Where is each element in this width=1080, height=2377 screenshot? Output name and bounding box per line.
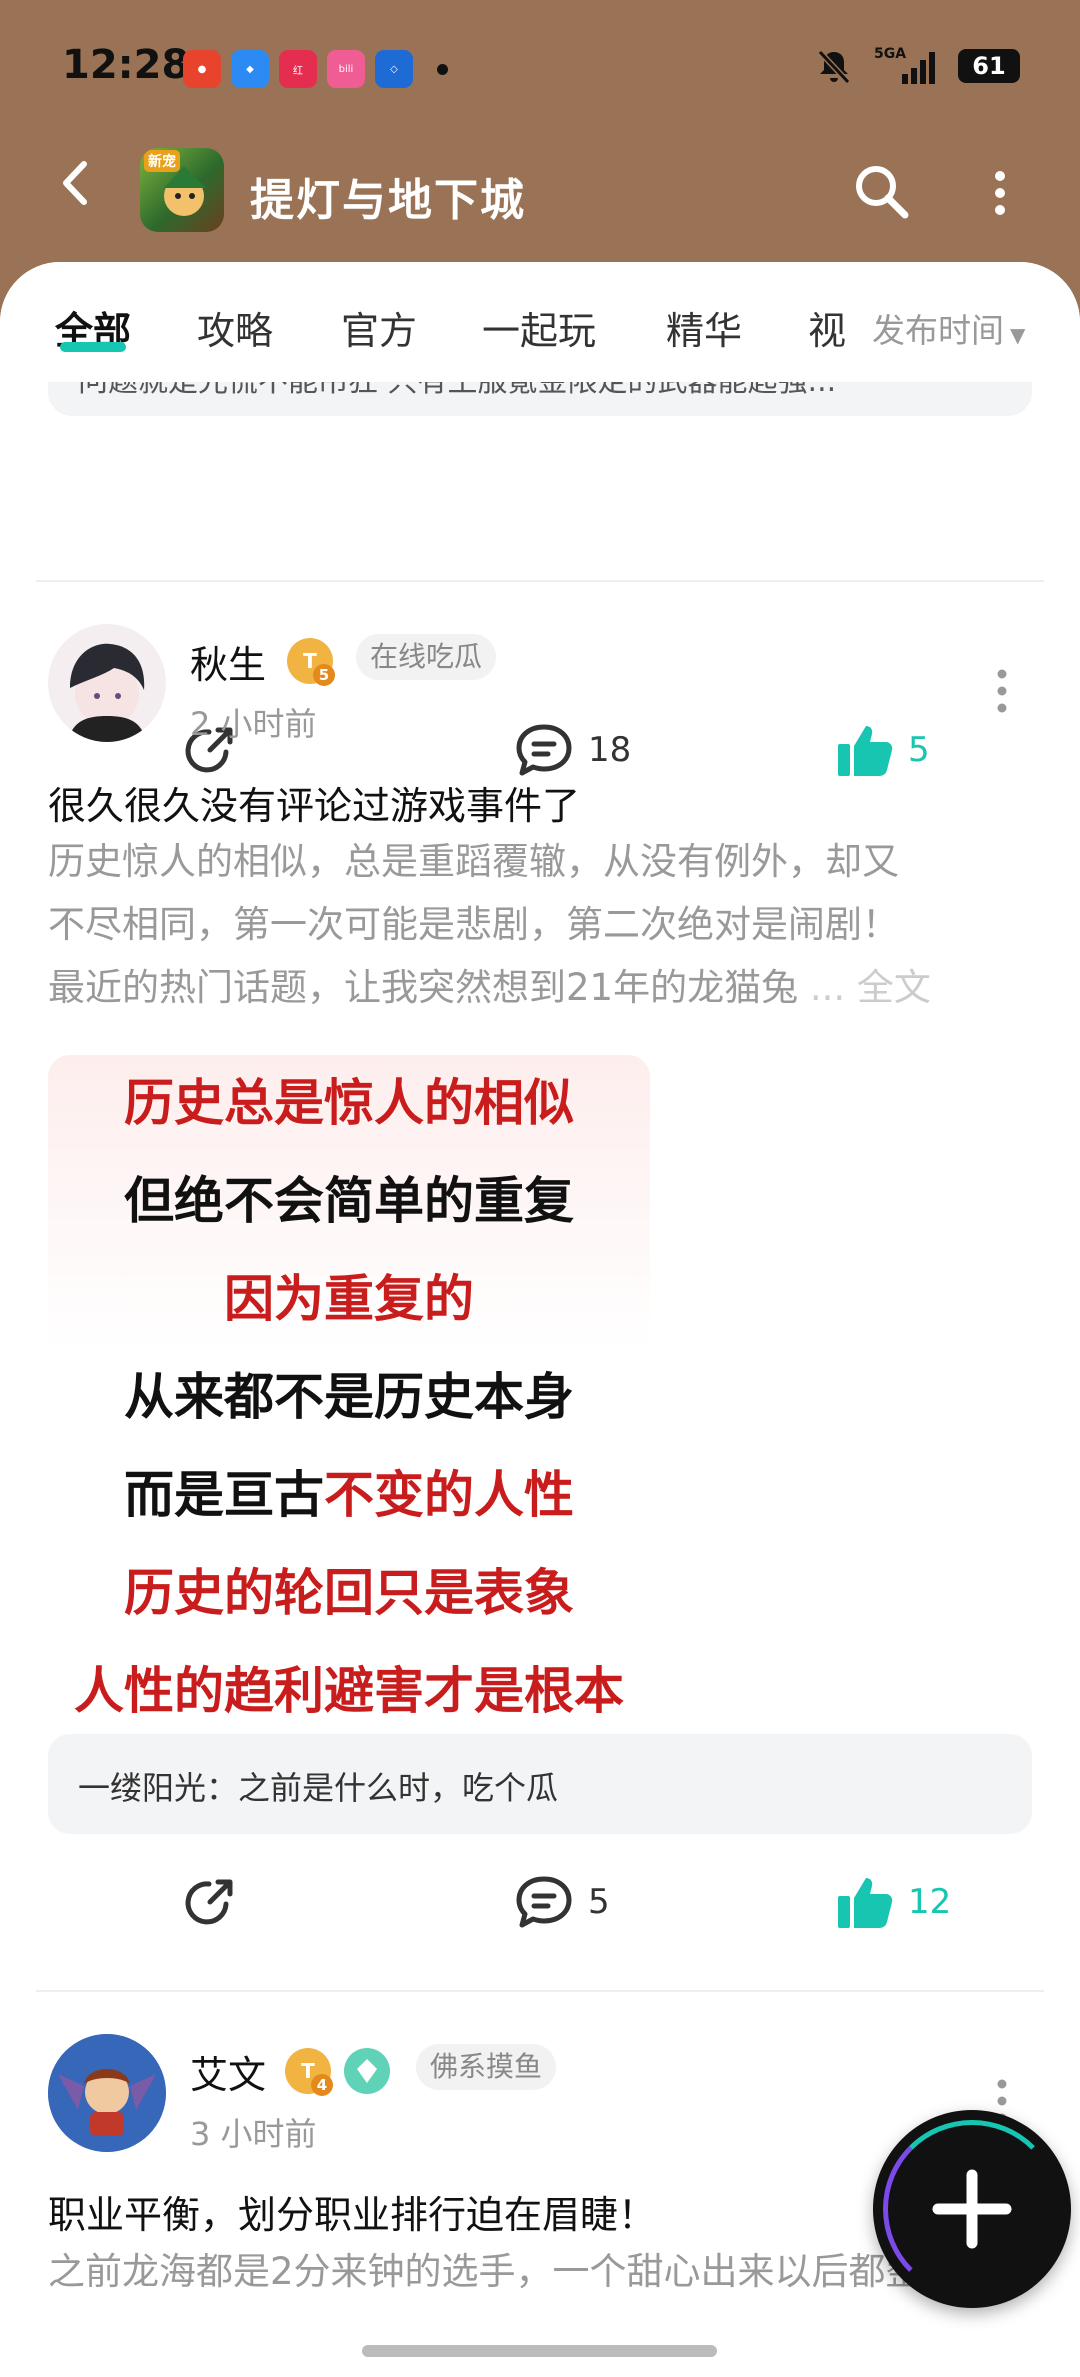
- user-title-tag: 佛系摸鱼: [416, 2044, 557, 2090]
- chevron-down-icon: ▼: [1010, 323, 1026, 347]
- page-title: 提灯与地下城: [250, 175, 526, 226]
- like-count: 5: [908, 730, 930, 770]
- tab-featured[interactable]: 精华: [666, 300, 742, 355]
- image-text-line: 人性的趋利避害才是根本: [74, 1661, 624, 1717]
- post-body-line: 不尽相同，第一次可能是悲剧，第二次绝对是闹剧！: [48, 903, 899, 946]
- read-full-link[interactable]: ... 全文: [810, 966, 931, 1009]
- image-text-segment: 不变的人性: [324, 1465, 574, 1524]
- post-divider: [36, 580, 1044, 582]
- post-body-line: 历史惊人的相似，总是重蹈覆辙，从没有例外，却又: [48, 840, 899, 883]
- category-tabs: 全部 攻略 官方 一起玩 精华 视 发布时间 ▼: [0, 262, 1080, 382]
- system-icons: 5GA 61: [814, 46, 1020, 86]
- post-divider: [36, 1990, 1044, 1992]
- post-body-line: 最近的热门话题，让我突然想到21年的龙猫兔: [48, 966, 799, 1009]
- content-sheet: 全部 攻略 官方 一起玩 精华 视 发布时间▼ 问题就是光慌不能吊狂 只有王服氪…: [0, 262, 1080, 2377]
- avatar[interactable]: [48, 2034, 166, 2152]
- status-time: 12:28: [62, 42, 190, 88]
- image-text-line: 历史总是惊人的相似: [124, 1073, 574, 1132]
- post-title[interactable]: 职业平衡，划分职业排行迫在眉睫！: [48, 2184, 656, 2239]
- share-icon: [185, 1879, 233, 1925]
- create-post-button[interactable]: [873, 2110, 1071, 2308]
- app-notification-icon: bili: [327, 50, 365, 88]
- tab-guides[interactable]: 攻略: [197, 300, 273, 355]
- top-app-bar: 新宠 提灯与地下城: [0, 140, 1080, 265]
- comment-icon: [516, 724, 572, 776]
- hot-comment-preview[interactable]: 一缕阳光：之前是什么时，吃个瓜: [48, 1734, 1032, 1834]
- app-notification-icon: ◇: [375, 50, 413, 88]
- app-notification-icon: 红: [279, 50, 317, 88]
- post-time: 2 小时前: [190, 705, 317, 743]
- game-icon[interactable]: 新宠: [140, 148, 224, 232]
- back-arrow-icon[interactable]: [52, 158, 102, 208]
- comment-count: 18: [588, 730, 632, 770]
- tab-play-together[interactable]: 一起玩: [482, 300, 596, 355]
- level-number: 4: [311, 2074, 333, 2096]
- battery-icon: 61: [958, 49, 1020, 83]
- user-title-tag: 在线吃瓜: [356, 634, 497, 680]
- notification-icons: ● ◆ 红 bili ◇: [183, 50, 448, 88]
- tab-official[interactable]: 官方: [341, 300, 417, 355]
- battery-level: 61: [972, 52, 1006, 80]
- post-time: 3 小时前: [190, 2115, 317, 2153]
- comment-button[interactable]: 5: [514, 1874, 610, 1930]
- signal-icon: 5GA: [874, 46, 938, 86]
- image-text-line: 而是亘古不变的人性: [48, 1455, 650, 1527]
- image-text-line: 但绝不会简单的重复: [124, 1171, 574, 1230]
- comment-count: 5: [588, 1882, 610, 1922]
- sort-label: 发布时间: [872, 311, 1004, 350]
- sort-dropdown[interactable]: 发布时间 ▼: [872, 304, 1025, 352]
- like-count: 12: [908, 1882, 952, 1922]
- bell-muted-icon: [817, 49, 851, 85]
- search-icon[interactable]: [850, 160, 912, 222]
- avatar[interactable]: [48, 624, 166, 742]
- like-button[interactable]: 12: [836, 1874, 951, 1930]
- level-number: 5: [313, 664, 335, 686]
- image-text-segment: 而是亘古: [124, 1465, 324, 1524]
- level-badge: T4: [285, 2048, 333, 2096]
- app-notification-icon: ◆: [231, 50, 269, 88]
- like-button[interactable]: 5: [836, 722, 930, 778]
- username[interactable]: 秋生: [190, 634, 266, 689]
- more-options-icon[interactable]: [985, 168, 1015, 218]
- image-text-line: 从来都不是历史本身: [124, 1367, 574, 1426]
- thumbs-up-icon: [838, 1878, 893, 1928]
- post-image[interactable]: 历史总是惊人的相似 但绝不会简单的重复 因为重复的 从来都不是历史本身 而是亘古…: [48, 1055, 650, 1717]
- post-body[interactable]: 历史惊人的相似，总是重蹈覆辙，从没有例外，却又 不尽相同，第一次可能是悲剧，第二…: [48, 830, 1038, 1019]
- gem-badge-icon: [344, 2048, 390, 2094]
- share-button[interactable]: [180, 1874, 238, 1932]
- active-tab-indicator: [60, 342, 126, 352]
- plus-icon: [932, 2169, 1012, 2249]
- comment-preview-text: 一缕阳光：之前是什么时，吃个瓜: [78, 1769, 559, 1807]
- level-badge: T5: [287, 638, 335, 686]
- image-text-line: 历史的轮回只是表象: [124, 1563, 574, 1622]
- image-text-line: 因为重复的: [224, 1269, 474, 1328]
- app-notification-icon: ●: [183, 50, 221, 88]
- username[interactable]: 艾文: [190, 2044, 266, 2099]
- comment-button[interactable]: 18: [514, 722, 631, 778]
- comment-icon: [516, 1876, 572, 1928]
- more-notifications-dot: [437, 63, 448, 75]
- post-actions: 5 12: [0, 1874, 1080, 1964]
- post-more-icon[interactable]: [987, 666, 1017, 716]
- post-title[interactable]: 很久很久没有评论过游戏事件了: [48, 775, 580, 830]
- thumbs-up-icon: [838, 726, 893, 776]
- status-bar: 12:28 ● ◆ 红 bili ◇ 5GA 61: [0, 0, 1080, 140]
- home-indicator[interactable]: [362, 2345, 717, 2357]
- tab-video[interactable]: 视: [808, 300, 846, 355]
